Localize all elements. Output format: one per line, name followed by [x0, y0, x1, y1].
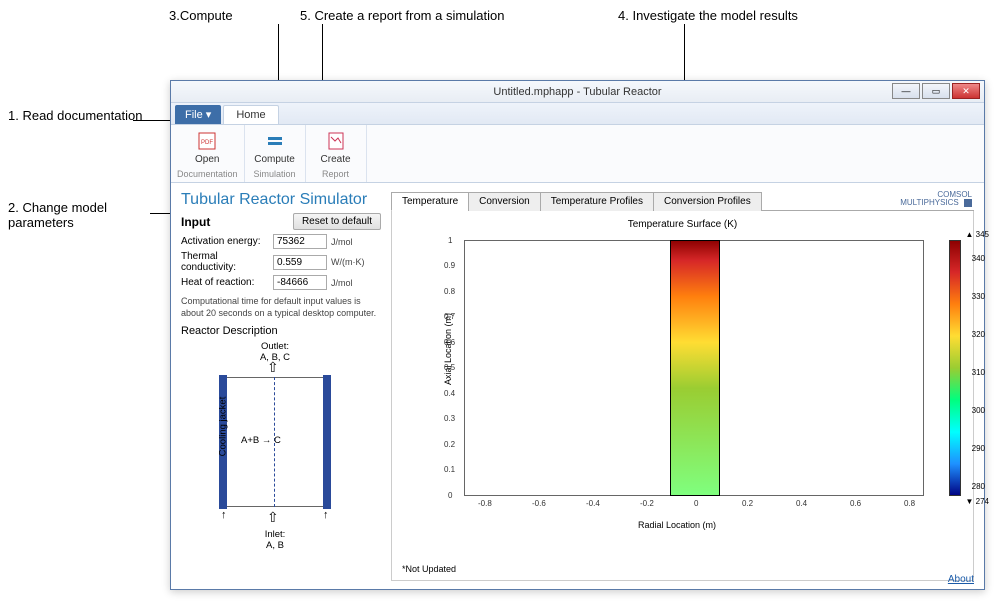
y-tick: 0: [448, 491, 452, 500]
activation-energy-input[interactable]: [273, 234, 327, 249]
reset-button[interactable]: Reset to default: [293, 213, 381, 230]
y-tick: 0.9: [444, 261, 455, 270]
jacket-arrow-icon: ↑: [323, 509, 329, 521]
y-axis-label: Axial Location (m): [443, 313, 453, 385]
file-menu[interactable]: File ▾: [175, 105, 221, 124]
reaction-label: A+B → C: [241, 435, 281, 446]
brand-logo: COMSOLMULTIPHYSICS: [900, 191, 972, 207]
y-tick: 0.4: [444, 389, 455, 398]
colorbar-tick: 320: [972, 330, 985, 339]
y-tick: 0.8: [444, 287, 455, 296]
not-updated-label: *Not Updated: [402, 564, 456, 574]
tab-conversion[interactable]: Conversion: [468, 192, 541, 211]
minimize-button[interactable]: —: [892, 83, 920, 99]
y-tick: 0.7: [444, 312, 455, 321]
ribbon-group-label: Report: [322, 168, 349, 180]
colorbar-tick: 280: [972, 482, 985, 491]
param-unit: W/(m·K): [331, 257, 371, 267]
left-panel: Tubular Reactor Simulator Input Reset to…: [181, 191, 381, 581]
create-button[interactable]: Create: [312, 127, 360, 168]
ribbon: PDF Open Documentation Compute Simulatio…: [171, 125, 984, 183]
pdf-icon: PDF: [196, 130, 218, 152]
x-tick: 0.6: [850, 499, 861, 508]
thermal-conductivity-input[interactable]: [273, 255, 327, 270]
titlebar: Untitled.mphapp - Tubular Reactor — ▭ ✕: [171, 81, 984, 103]
maximize-button[interactable]: ▭: [922, 83, 950, 99]
x-tick: -0.8: [478, 499, 492, 508]
tab-conversion-profiles[interactable]: Conversion Profiles: [653, 192, 762, 211]
colorbar-tick: 300: [972, 406, 985, 415]
input-section-title: Input: [181, 215, 210, 229]
colorbar-min: ▼ 274: [966, 497, 990, 506]
y-tick: 0.3: [444, 414, 455, 423]
y-tick: 0.1: [444, 465, 455, 474]
param-unit: J/mol: [331, 278, 371, 288]
menu-strip: File ▾ Home: [171, 103, 984, 125]
x-tick: -0.2: [640, 499, 654, 508]
about-link[interactable]: About: [948, 574, 974, 585]
report-icon: [325, 130, 347, 152]
param-label: Thermal conductivity:: [181, 251, 269, 273]
inlet-label: Inlet: A, B: [245, 529, 305, 551]
x-tick: -0.4: [586, 499, 600, 508]
compute-button[interactable]: Compute: [251, 127, 299, 168]
tab-home[interactable]: Home: [223, 105, 278, 124]
x-tick: 0.8: [904, 499, 915, 508]
ribbon-group-label: Simulation: [254, 168, 296, 180]
param-label: Activation energy:: [181, 236, 269, 247]
svg-text:PDF: PDF: [201, 140, 213, 146]
plot-area: Temperature Surface (K) Axial Location (…: [391, 211, 974, 581]
outlet-arrow-icon: ⇧: [267, 359, 279, 376]
close-button[interactable]: ✕: [952, 83, 980, 99]
ribbon-group-simulation: Compute Simulation: [245, 125, 306, 182]
reactor-diagram: Outlet: A, B, C ⇧ Cooling jacket A+B → C…: [185, 341, 355, 551]
x-axis-label: Radial Location (m): [638, 520, 716, 530]
tab-temperature-profiles[interactable]: Temperature Profiles: [540, 192, 654, 211]
colorbar-tick: 330: [972, 292, 985, 301]
surface-plot: Axial Location (m) Radial Location (m) 0…: [438, 234, 955, 534]
ribbon-group-report: Create Report: [306, 125, 367, 182]
annotation-3: 3.Compute: [169, 8, 233, 23]
colorbar-max: ▲ 345: [966, 230, 990, 239]
open-button[interactable]: PDF Open: [183, 127, 231, 168]
plot-title: Temperature Surface (K): [400, 219, 965, 230]
param-unit: J/mol: [331, 237, 371, 247]
cooling-jacket-right: [323, 375, 331, 509]
compute-icon: [264, 130, 286, 152]
x-tick: -0.6: [532, 499, 546, 508]
content-area: Tubular Reactor Simulator Input Reset to…: [171, 183, 984, 589]
y-tick: 0.6: [444, 338, 455, 347]
annotation-2: 2. Change model parameters: [8, 200, 158, 230]
colorbar-tick: 310: [972, 368, 985, 377]
ribbon-group-label: Documentation: [177, 168, 238, 180]
y-tick: 0.2: [444, 440, 455, 449]
x-tick: 0: [694, 499, 698, 508]
window-title: Untitled.mphapp - Tubular Reactor: [171, 86, 984, 98]
tab-temperature[interactable]: Temperature: [391, 192, 469, 211]
app-title: Tubular Reactor Simulator: [181, 191, 381, 209]
annotation-4: 4. Investigate the model results: [618, 8, 798, 23]
app-window: Untitled.mphapp - Tubular Reactor — ▭ ✕ …: [170, 80, 985, 590]
ribbon-group-documentation: PDF Open Documentation: [171, 125, 245, 182]
results-tabs: Temperature Conversion Temperature Profi…: [391, 191, 974, 211]
heat-of-reaction-input[interactable]: [273, 275, 327, 290]
y-tick: 1: [448, 236, 452, 245]
colorbar-tick: 290: [972, 444, 985, 453]
annotation-5: 5. Create a report from a simulation: [300, 8, 504, 23]
cooling-jacket-label: Cooling jacket: [217, 397, 228, 457]
right-panel: Temperature Conversion Temperature Profi…: [391, 191, 974, 581]
jacket-arrow-icon: ↑: [221, 509, 227, 521]
inlet-arrow-icon: ⇧: [267, 509, 279, 526]
reactor-description-title: Reactor Description: [181, 325, 381, 337]
x-tick: 0.4: [796, 499, 807, 508]
y-tick: 0.5: [444, 363, 455, 372]
computation-note: Computational time for default input val…: [181, 296, 381, 319]
param-label: Heat of reaction:: [181, 277, 269, 288]
colorbar-tick: 340: [972, 254, 985, 263]
x-tick: 0.2: [742, 499, 753, 508]
